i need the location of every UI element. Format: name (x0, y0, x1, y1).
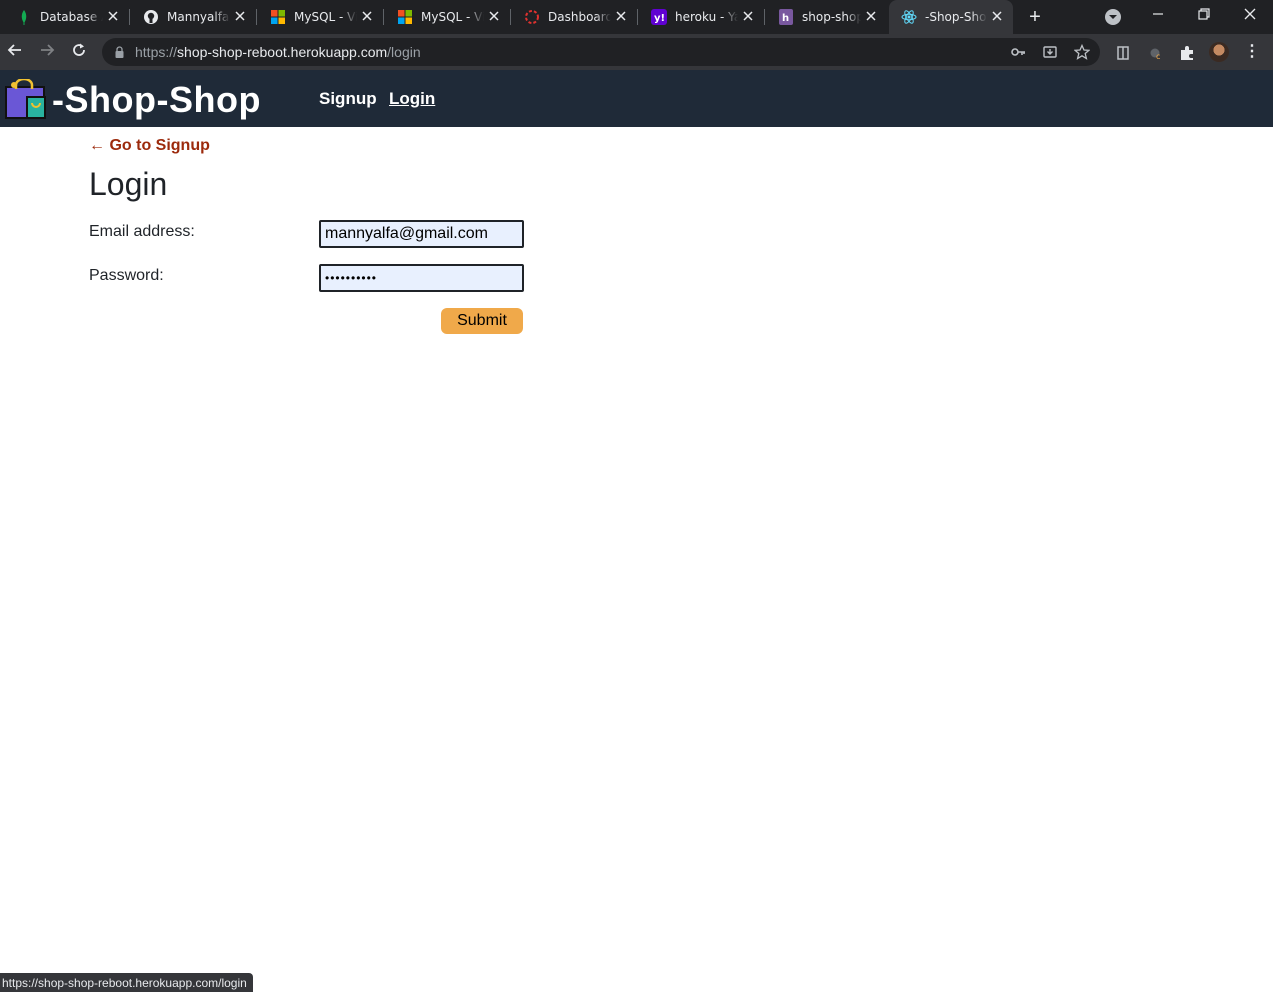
url-text: https://shop-shop-reboot.herokuapp.com/l… (135, 44, 421, 60)
heroku-icon: h (778, 9, 794, 25)
tab-separator (510, 9, 511, 25)
back-arrow-icon[interactable] (5, 42, 25, 62)
browser-tab[interactable]: Mannyalfa/shop-shop (131, 0, 257, 34)
new-tab-button[interactable]: + (1024, 6, 1046, 28)
browser-tabstrip: Database Access Mannyalfa/shop-shop MySQL … (0, 0, 1273, 34)
bookmark-star-icon[interactable] (1074, 44, 1090, 60)
go-to-signup-link[interactable]: ← Go to Signup (89, 137, 210, 155)
shopping-bag-logo-icon[interactable] (5, 79, 47, 119)
tab-search-icon[interactable] (1105, 9, 1121, 25)
tab-separator (637, 9, 638, 25)
link-status-bar: https://shop-shop-reboot.herokuapp.com/l… (0, 973, 253, 992)
browser-tab[interactable]: -Shop-Shop (889, 0, 1013, 34)
password-label: Password: (89, 267, 164, 284)
tab-separator (764, 9, 765, 25)
tab-close-icon[interactable] (232, 9, 248, 25)
browser-tab[interactable]: MySQL - Visual Studio (258, 0, 384, 34)
browser-menu-icon[interactable]: ⋮ (1244, 42, 1260, 62)
page-title: Login (89, 166, 168, 202)
email-label: Email address: (89, 223, 195, 240)
tab-close-icon[interactable] (359, 9, 375, 25)
browser-toolbar: https://shop-shop-reboot.herokuapp.com/l… (0, 34, 1273, 70)
tab-title: -Shop-Shop (925, 10, 987, 24)
tab-title: Mannyalfa/shop-shop (167, 10, 230, 24)
tab-title: MySQL - Visual Studio (294, 10, 357, 24)
site-brand[interactable]: -Shop-Shop (52, 79, 261, 121)
restore-button[interactable] (1192, 4, 1216, 26)
site-header: -Shop-Shop Signup Login (0, 70, 1273, 127)
nav-signup-link[interactable]: Signup (319, 89, 377, 109)
profile-avatar[interactable] (1209, 42, 1229, 62)
browser-tab[interactable]: MySQL - Visual Studio (385, 0, 511, 34)
extension-bug-icon[interactable]: c (1146, 44, 1164, 62)
extensions-puzzle-icon[interactable] (1178, 44, 1196, 62)
github-icon (143, 9, 159, 25)
nav-login-link[interactable]: Login (389, 89, 435, 109)
lock-icon[interactable] (115, 46, 124, 58)
extension-shield-icon[interactable] (1114, 44, 1132, 62)
password-field[interactable] (319, 264, 524, 292)
email-field[interactable] (319, 220, 524, 248)
tab-close-icon[interactable] (486, 9, 502, 25)
svg-text:y!: y! (654, 13, 665, 24)
react-icon (901, 9, 917, 25)
yahoo-icon: y! (651, 9, 667, 25)
browser-tab[interactable]: Database Access (4, 0, 130, 34)
browser-tab[interactable]: y! heroku - Yahoo Search (639, 0, 765, 34)
tab-title: heroku - Yahoo Search (675, 10, 738, 24)
tab-title: shop-shop-reboot (802, 10, 861, 24)
close-window-button[interactable] (1238, 4, 1262, 26)
tab-separator (256, 9, 257, 25)
tab-close-icon[interactable] (863, 9, 879, 25)
tab-close-icon[interactable] (613, 9, 629, 25)
submit-button[interactable]: Submit (441, 308, 523, 334)
minimize-button[interactable] (1146, 4, 1170, 26)
tab-separator (383, 9, 384, 25)
tab-title: Dashboard (548, 10, 611, 24)
svg-text:c: c (1156, 52, 1160, 61)
install-app-icon[interactable] (1042, 44, 1058, 60)
microsoft-icon (397, 9, 413, 25)
key-icon[interactable] (1010, 44, 1026, 60)
microsoft-icon (270, 9, 286, 25)
tab-close-icon[interactable] (740, 9, 756, 25)
tab-separator (129, 9, 130, 25)
browser-tab[interactable]: h shop-shop-reboot (766, 0, 887, 34)
tab-title: MySQL - Visual Studio (421, 10, 484, 24)
tab-close-icon[interactable] (105, 9, 121, 25)
mongodb-leaf-icon (16, 9, 32, 25)
reload-icon[interactable] (69, 42, 89, 62)
forward-arrow-icon[interactable] (37, 42, 57, 62)
browser-tab[interactable]: Dashboard (512, 0, 638, 34)
tab-close-icon[interactable] (989, 9, 1005, 25)
address-bar[interactable]: https://shop-shop-reboot.herokuapp.com/l… (102, 38, 1100, 66)
svg-text:h: h (782, 13, 789, 24)
tab-title: Database Access (40, 10, 103, 24)
dashboard-ring-icon (524, 9, 540, 25)
